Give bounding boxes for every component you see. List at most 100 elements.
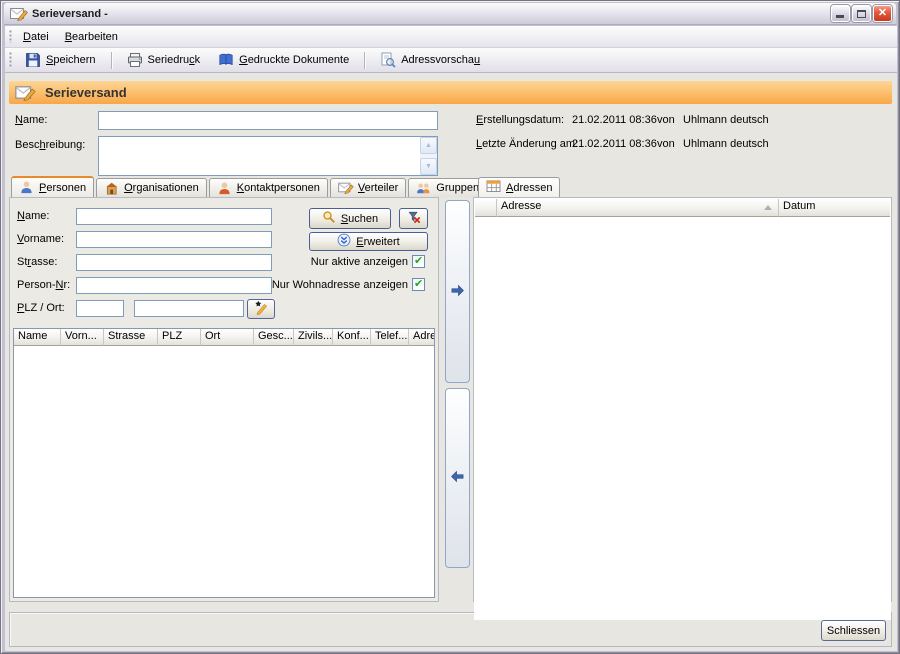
tab-gruppen-label: Gruppen [436,182,479,194]
beschreibung-field: ▲ ▼ [98,136,438,176]
grip-handle[interactable] [9,30,12,43]
search-name-label: Name: [17,210,49,222]
maximize-icon [857,10,866,18]
plz-ort-lookup-button[interactable] [247,299,275,319]
tab-gruppen[interactable]: Gruppen [408,178,487,197]
menu-bearbeiten[interactable]: Bearbeiten [57,28,126,46]
speichern-label: Speichern [46,54,96,66]
source-tabs: Personen Organisationen Kontaktpersonen … [11,176,487,197]
grip-handle[interactable] [9,52,12,68]
envelope-pencil-icon [15,84,36,101]
minimize-button[interactable] [831,5,850,22]
menu-bar: Datei Bearbeiten [5,26,897,48]
nur-wohnadresse-label: Nur Wohnadresse anzeigen [272,279,408,291]
search-name-input[interactable] [76,208,272,225]
clear-filter-button[interactable] [399,208,428,229]
search-personnr-input[interactable] [76,277,272,294]
envelope-pencil-icon [10,6,28,21]
person-table-body[interactable] [14,346,434,598]
close-button[interactable]: ✕ [873,5,892,22]
add-addresses-button[interactable] [445,200,470,383]
adressvorschau-label: Adressvorschau [401,54,480,66]
organisation-icon [104,181,119,196]
address-table-body[interactable] [474,217,891,620]
toolbar-separator [364,52,365,69]
book-icon [218,52,234,68]
envelope-pencil-icon [338,181,353,196]
page-header: Serieversand [9,81,892,104]
column-header-datum[interactable]: Datum [779,199,890,217]
column-header[interactable] [475,199,497,217]
nur-wohnadresse-checkbox[interactable] [412,278,425,291]
column-header[interactable]: Konf... [333,329,371,346]
search-ort-input[interactable] [134,300,244,317]
search-icon [322,210,336,227]
column-header[interactable]: Zivils... [294,329,333,346]
letzte-aenderung-label: Letzte Änderung am: [476,138,578,150]
column-header[interactable]: Ort [201,329,254,346]
textarea-scrollbar: ▲ ▼ [420,137,437,175]
person-table-header: Name Vorn... Strasse PLZ Ort Gesc... Ziv… [14,329,434,346]
beschreibung-textarea[interactable] [99,137,420,175]
tab-kontaktpersonen[interactable]: Kontaktpersonen [209,178,328,197]
search-vorname-label: Vorname: [17,233,64,245]
letzte-aenderung-value: 21.02.2011 08:36 [572,138,657,150]
pencil-star-icon [254,300,269,318]
clear-filter-icon [407,210,421,227]
contact-person-icon [217,181,232,196]
erweitert-button[interactable]: Erweitert [309,232,428,251]
printer-icon [127,52,143,68]
seriedruck-button[interactable]: Seriedruck [119,49,209,71]
minimize-icon [836,15,844,18]
adressvorschau-button[interactable]: Adressvorschau [372,49,488,71]
erweitert-label: Erweitert [356,236,399,248]
name-label: Name: [15,114,47,128]
name-input[interactable] [98,111,438,130]
search-vorname-input[interactable] [76,231,272,248]
column-header[interactable]: Gesc... [254,329,294,346]
search-strasse-input[interactable] [76,254,272,271]
tab-verteiler[interactable]: Verteiler [330,178,406,197]
gedruckte-dokumente-button[interactable]: Gedruckte Dokumente [210,49,357,71]
arrow-left-icon [450,469,465,487]
app-window: Serieversand - ✕ Datei Bearbeiten Speich… [0,0,900,654]
title-bar[interactable]: Serieversand - ✕ [4,3,896,25]
tab-verteiler-label: Verteiler [358,182,398,194]
scroll-down-icon[interactable]: ▼ [420,158,437,175]
speichern-button[interactable]: Speichern [17,49,104,71]
schliessen-button[interactable]: Schliessen [821,620,886,641]
column-header[interactable]: Telef... [371,329,409,346]
person-results-table: Name Vorn... Strasse PLZ Ort Gesc... Ziv… [13,328,435,598]
erstellungsdatum-user: Uhlmann deutsch [683,114,769,126]
tab-adressen-label: Adressen [506,182,552,194]
menu-datei[interactable]: Datei [15,28,57,46]
seriedruck-label: Seriedruck [148,54,201,66]
close-icon: ✕ [878,8,887,19]
column-header[interactable]: Strasse [104,329,158,346]
column-header[interactable]: Vorn... [61,329,104,346]
remove-addresses-button[interactable] [445,388,470,568]
tab-organisationen-label: Organisationen [124,182,199,194]
nur-aktive-label: Nur aktive anzeigen [311,256,408,268]
column-header-adresse[interactable]: Adresse [497,199,779,217]
column-header[interactable]: Name [14,329,61,346]
letzte-aenderung-von: von [657,138,675,150]
search-plzort-label: PLZ / Ort: [17,302,65,314]
tab-adressen[interactable]: Adressen [478,177,560,197]
suchen-button[interactable]: Suchen [309,208,391,229]
search-plz-input[interactable] [76,300,124,317]
tab-organisationen[interactable]: Organisationen [96,178,207,197]
save-icon [25,52,41,68]
beschreibung-label: Beschreibung: [15,139,85,153]
column-header[interactable]: PLZ [158,329,201,346]
column-header[interactable]: Adre... [409,329,434,346]
scroll-up-icon[interactable]: ▲ [420,137,437,154]
nur-aktive-checkbox[interactable] [412,255,425,268]
tab-personen[interactable]: Personen [11,176,94,197]
tab-kontaktpersonen-label: Kontaktpersonen [237,182,320,194]
person-search-panel: Name: Vorname: Strasse: Person-Nr: PLZ /… [9,197,439,602]
toolbar: Speichern Seriedruck Gedruckte Dokumente [5,48,897,73]
person-icon [19,180,34,195]
app-body: Datei Bearbeiten Speichern Seriedruck [5,26,897,651]
maximize-button[interactable] [852,5,871,22]
